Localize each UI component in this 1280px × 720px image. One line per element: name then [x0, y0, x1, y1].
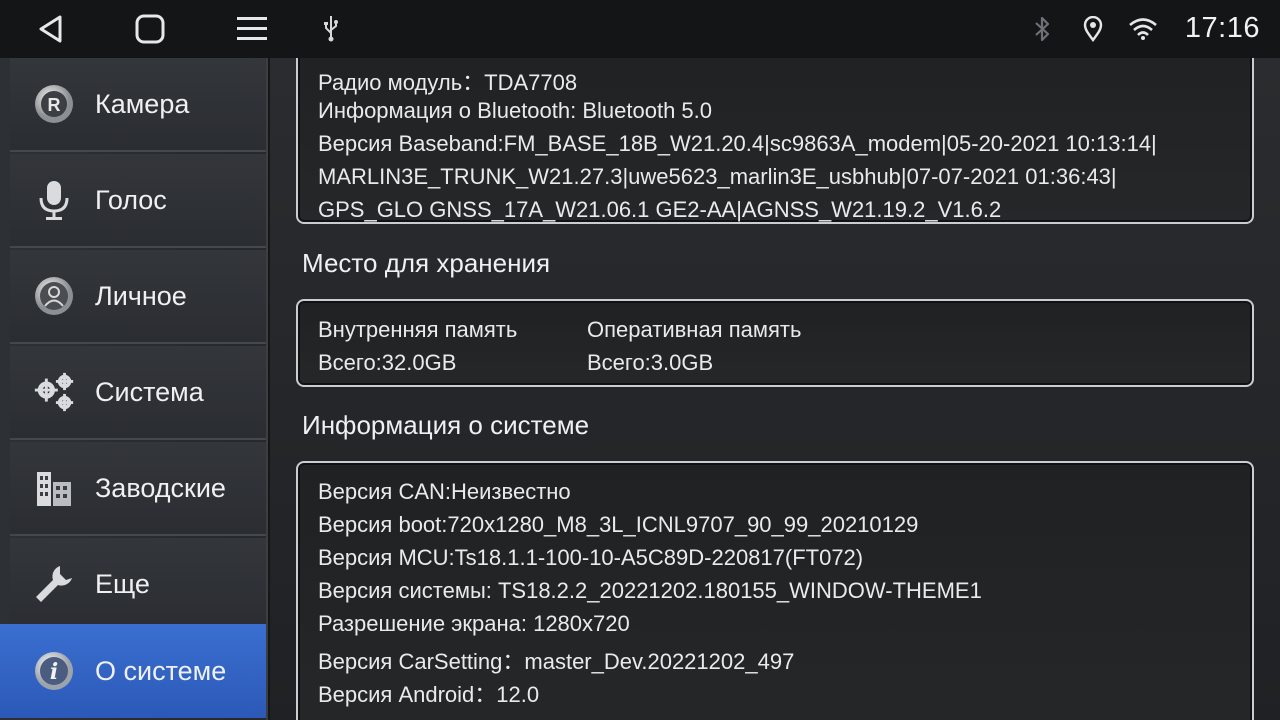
gears-icon [32, 370, 76, 414]
radio-module-text: Радио модуль：TDA7708 [318, 70, 578, 95]
boot-version-text: Версия boot:720x1280_M8_3L_ICNL9707_90_9… [318, 512, 919, 537]
location-icon [1080, 14, 1106, 44]
sidebar: R Камера Голос Личное Система Заводские … [0, 58, 268, 720]
microphone-icon [32, 178, 76, 222]
sidebar-item-about[interactable]: i О системе [0, 624, 266, 718]
person-icon [32, 274, 76, 318]
bluetooth-info-text: Информация о Bluetooth: Bluetooth 5.0 [318, 98, 713, 123]
sidebar-item-label: Система [95, 376, 204, 407]
mcu-version-text: Версия MCU:Ts18.1.1-100-10-A5C89D-220817… [318, 545, 864, 570]
sidebar-item-label: Голос [95, 184, 167, 215]
radio-info-card: Радио модуль：TDA7708 Информация о Blueto… [296, 58, 1254, 224]
info-icon: i [32, 649, 76, 693]
svg-text:i: i [50, 659, 58, 685]
ram-label: Оперативная память [587, 317, 802, 342]
sidebar-item-label: Личное [95, 280, 187, 311]
factory-icon [32, 466, 76, 510]
bluetooth-icon [1030, 14, 1054, 44]
home-icon[interactable] [128, 10, 172, 48]
svg-text:R: R [48, 95, 61, 115]
screen-resolution-text: Разрешение экрана: 1280x720 [318, 611, 630, 636]
ram-total: Всего:3.0GB [587, 350, 714, 375]
menu-icon[interactable] [230, 10, 274, 48]
sidebar-item-label: Еще [95, 568, 150, 599]
sidebar-item-camera[interactable]: R Камера [10, 58, 266, 152]
status-bar: 17:16 [0, 0, 1280, 58]
can-version-text: Версия CAN:Неизвестно [318, 479, 571, 504]
sidebar-item-label: Заводские [95, 472, 226, 503]
sidebar-item-label: Камера [95, 88, 190, 119]
baseband-version-text-2: MARLIN3E_TRUNK_W21.27.3|uwe5623_marlin3E… [318, 164, 1117, 189]
system-info-title: Информация о системе [302, 410, 590, 440]
carsetting-version-text: Версия CarSetting：master_Dev.20221202_49… [318, 649, 795, 674]
sidebar-item-label: О системе [95, 655, 227, 686]
usb-icon [318, 14, 344, 44]
sidebar-item-system[interactable]: Система [10, 346, 266, 440]
storage-title: Место для хранения [302, 248, 551, 278]
sidebar-item-factory[interactable]: Заводские [10, 442, 266, 536]
sidebar-item-voice[interactable]: Голос [10, 154, 266, 248]
internal-memory-label: Внутренняя память [318, 317, 518, 342]
android-version-text: Версия Android：12.0 [318, 682, 540, 707]
baseband-version-text: Версия Baseband:FM_BASE_18B_W21.20.4|sc9… [318, 131, 1157, 156]
sidebar-item-more[interactable]: Еще [10, 538, 266, 632]
system-version-text: Версия системы: TS18.2.2_20221202.180155… [318, 578, 982, 603]
storage-card: Внутренняя память Всего:32.0GB Оперативн… [296, 299, 1254, 387]
camera-r-icon: R [32, 82, 76, 126]
sidebar-item-personal[interactable]: Личное [10, 250, 266, 344]
clock: 17:16 [1184, 12, 1260, 44]
about-content[interactable]: Радио модуль：TDA7708 Информация о Blueto… [270, 58, 1280, 720]
wrench-icon [32, 562, 76, 606]
system-info-card: Версия CAN:Неизвестно Версия boot:720x12… [296, 461, 1254, 720]
baseband-version-text-3: GPS_GLO GNSS_17A_W21.06.1 GE2-AA|AGNSS_W… [318, 197, 1002, 222]
wifi-icon [1126, 14, 1160, 44]
back-icon[interactable] [30, 10, 70, 48]
internal-memory-total: Всего:32.0GB [318, 350, 457, 375]
